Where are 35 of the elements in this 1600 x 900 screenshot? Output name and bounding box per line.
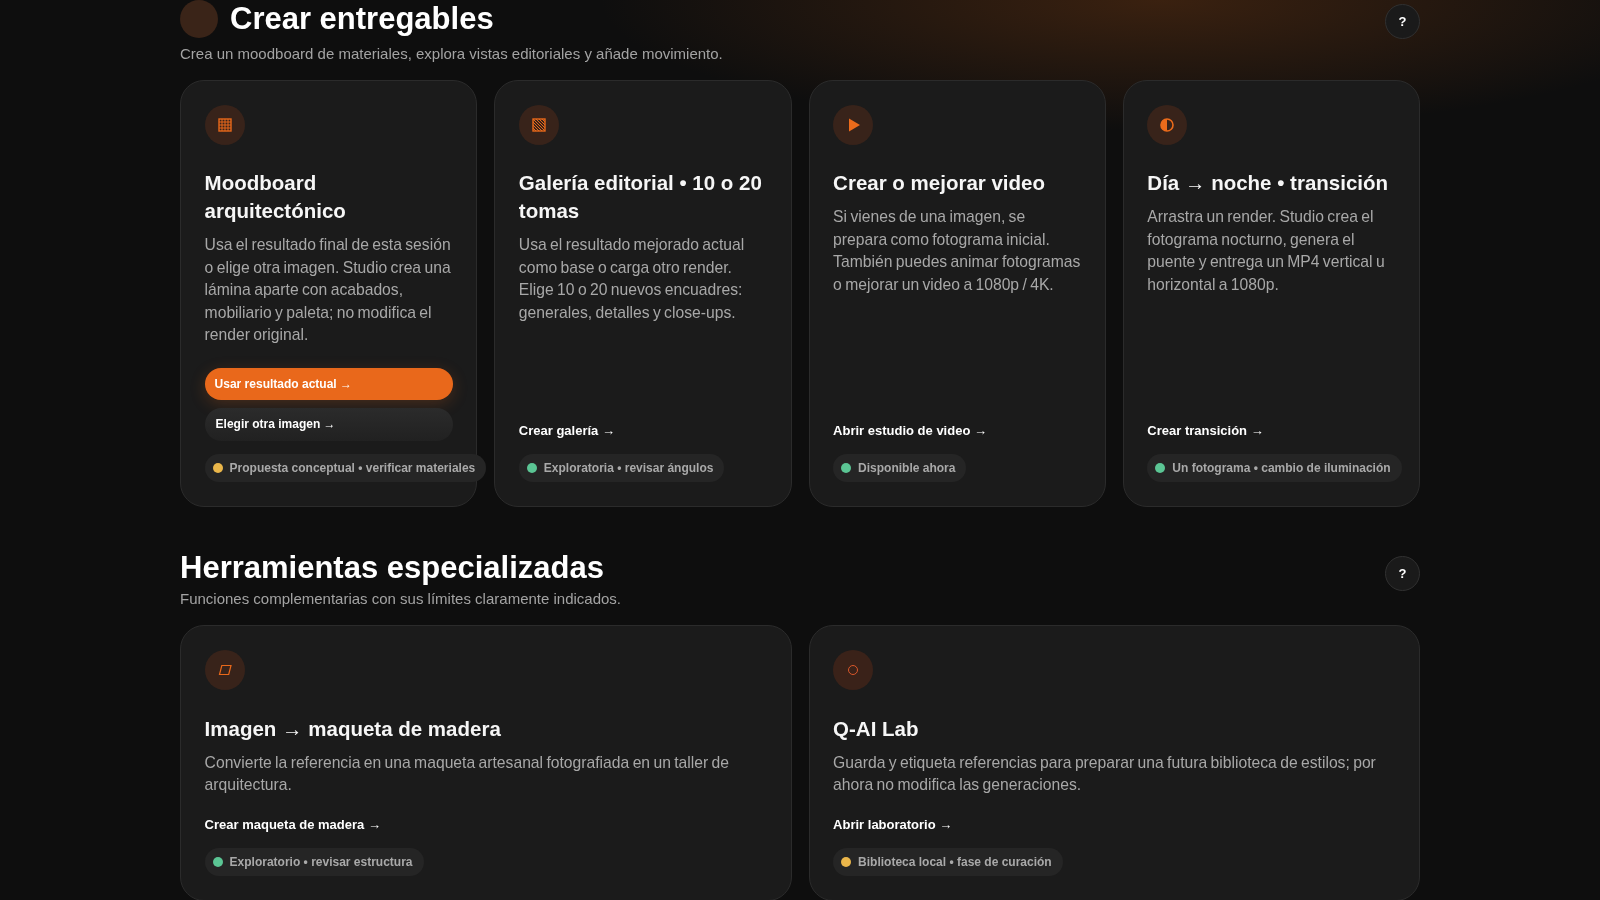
status-text: Biblioteca local • fase de curación	[858, 855, 1052, 870]
parallelogram-icon	[204, 650, 245, 691]
help-button[interactable]: ?	[1385, 4, 1420, 39]
card-description: Usa el resultado mejorado actual como base o carga otro render. Elige 10 o 20 nuevos encuadres: generales, detalles y close-ups.	[518, 235, 746, 323]
status-text: Exploratoria • revisar ángulos	[543, 460, 714, 475]
status-text: Propuesta conceptual • verificar materiales	[229, 460, 476, 475]
card-description: Arrastra un render. Studio crea el fotograma nocturno, genera el puente y entrega un MP4 vertical u horizontal a 1080p.	[1147, 207, 1386, 295]
action-link[interactable]: Crear maqueta de madera →	[204, 815, 381, 836]
play-icon	[833, 104, 874, 145]
section-title: Herramientas especializadas	[180, 551, 604, 584]
card-description: Guarda y etiqueta referencias para preparar una futura biblioteca de estilos; por ahora no modifica las generaciones.	[833, 753, 1377, 796]
status-text: Disponible ahora	[858, 460, 956, 475]
section-title: Crear entregables	[230, 3, 494, 35]
status-text: Exploratorio • revisar estructura	[229, 855, 413, 870]
card-description: Si vienes de una imagen, se prepara como fotograma inicial. También puedes animar fotogramas o mejorar un video a 1080p / 4K.	[833, 207, 1082, 295]
card-description: Usa el resultado final de esta sesión o elige otra imagen. Studio crea una lámina aparte con acabados, mobiliario y paleta; no modifica el render original.	[204, 235, 452, 346]
half-circle-icon	[1147, 104, 1188, 145]
card-title: Imagen → maqueta de madera	[204, 715, 502, 742]
card-title: Moodboard arquitectónico	[204, 170, 347, 225]
action-link[interactable]: Abrir estudio de video →	[833, 420, 987, 441]
secondary-button[interactable]: Elegir otra imagen →	[204, 407, 453, 441]
card-title: Galería editorial • 10 o 20 tomas	[518, 170, 763, 225]
action-link[interactable]: Crear galería →	[518, 420, 615, 441]
section-subtitle: Crea un moodboard de materiales, explora vistas editoriales y añade movimiento.	[180, 43, 723, 64]
card-title: Crear o mejorar video	[833, 170, 1046, 197]
card-title: Q-AI Lab	[833, 715, 920, 742]
ring-icon	[833, 650, 874, 691]
card-title: Día → noche • transición	[1147, 170, 1390, 197]
help-button[interactable]: ?	[1385, 555, 1420, 591]
action-link[interactable]: Crear transición →	[1147, 420, 1264, 441]
action-link[interactable]: Abrir laboratorio →	[833, 815, 953, 836]
card-description: Convierte la referencia en una maqueta artesanal fotografiada en un taller de arquitectura.	[204, 753, 731, 796]
section-subtitle: Funciones complementarias con sus límites claramente indicados.	[180, 589, 622, 609]
grid-icon	[204, 104, 245, 145]
status-text: Un fotograma • cambio de iluminación	[1172, 460, 1391, 475]
